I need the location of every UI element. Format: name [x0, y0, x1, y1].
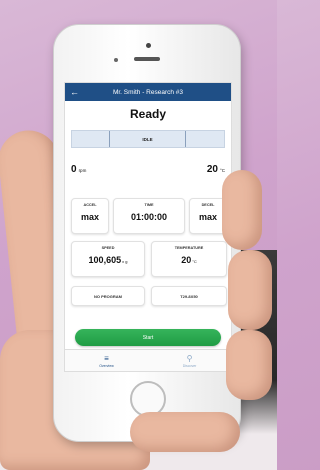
decel-value: max — [198, 212, 217, 222]
time-tile[interactable]: TIME 01:00:00 — [113, 198, 185, 234]
state-indicator: IDLE — [71, 130, 225, 148]
tab-discover[interactable]: ⚲ Discover — [148, 350, 231, 371]
front-camera — [146, 43, 151, 48]
accel-value: max — [80, 212, 99, 222]
rotor-tile[interactable]: T29-8X50 — [151, 286, 227, 306]
state-segment-right — [186, 131, 224, 147]
current-temp-value: 20 — [206, 164, 218, 175]
temperature-setting: 20°C — [152, 255, 226, 265]
back-arrow-icon[interactable]: ← — [70, 87, 82, 97]
state-segment-left — [72, 131, 110, 147]
proximity-sensor — [114, 58, 118, 62]
app-screen: ← Mr. Smith - Research #3 Ready IDLE 0 rp… — [64, 82, 232, 372]
menu-icon: ≡ — [104, 353, 109, 363]
search-icon: ⚲ — [186, 353, 193, 363]
hand-finger-4 — [130, 412, 240, 452]
current-speed-value: 0 — [71, 164, 77, 175]
time-label: TIME — [144, 203, 154, 207]
temperature-label: TEMPERATURE — [174, 246, 204, 250]
temperature-setting-unit: °C — [192, 259, 197, 264]
earpiece-speaker — [134, 57, 160, 61]
program-tile[interactable]: NO PROGRAM — [71, 286, 145, 306]
tab-bar: ≡ Overview ⚲ Discover — [65, 349, 231, 371]
accel-tile[interactable]: ACCEL max — [71, 198, 109, 234]
current-temp-unit: °C — [219, 168, 225, 173]
tab-overview[interactable]: ≡ Overview — [65, 350, 148, 371]
accel-label: ACCEL — [83, 203, 97, 207]
speed-label: SPEED — [101, 246, 115, 250]
speed-setting-value: 100,605 — [88, 255, 122, 265]
app-header: ← Mr. Smith - Research #3 — [65, 83, 231, 101]
current-speed-unit: rpm — [78, 168, 87, 173]
speed-setting-unit: x g — [122, 259, 128, 264]
program-label: NO PROGRAM — [94, 294, 122, 299]
rotor-label: T29-8X50 — [180, 294, 198, 299]
decel-label: DECEL — [201, 203, 215, 207]
speed-setting: 100,605x g — [72, 255, 144, 265]
start-button[interactable]: Start — [75, 329, 221, 346]
current-speed: 0 rpm — [71, 164, 86, 175]
speed-tile[interactable]: SPEED 100,605x g — [71, 241, 145, 277]
tab-discover-label: Discover — [182, 363, 197, 368]
status-title: Ready — [129, 107, 167, 121]
tab-overview-label: Overview — [99, 363, 114, 368]
smartphone: ← Mr. Smith - Research #3 Ready IDLE 0 rp… — [53, 24, 241, 442]
hand-finger-2 — [228, 250, 272, 330]
temperature-setting-value: 20 — [181, 255, 192, 265]
hand-finger-3 — [226, 330, 272, 400]
hand-finger-1 — [222, 170, 262, 250]
temperature-tile[interactable]: TEMPERATURE 20°C — [151, 241, 227, 277]
current-temperature: 20 °C — [207, 164, 225, 175]
header-title: Mr. Smith - Research #3 — [112, 88, 184, 96]
live-readouts: 0 rpm 20 °C — [71, 164, 225, 175]
state-label: IDLE — [110, 131, 186, 147]
time-value: 01:00:00 — [130, 212, 168, 222]
